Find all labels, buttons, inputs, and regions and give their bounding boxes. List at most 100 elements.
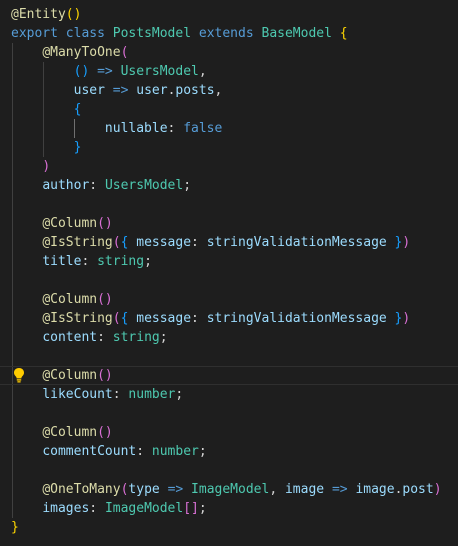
code-line[interactable]: @Entity(): [11, 5, 458, 24]
code-line[interactable]: @Column(): [11, 290, 458, 309]
code-line[interactable]: @ManyToOne(: [11, 43, 458, 62]
bracket-token: (): [97, 292, 113, 307]
bracket-token: (): [65, 7, 82, 22]
bracket-token: {: [73, 102, 82, 117]
decorator-token: @Entity: [11, 7, 66, 22]
code-line[interactable]: {: [11, 100, 458, 119]
code-line[interactable]: images: ImageModel[];: [11, 499, 458, 518]
arrow-token: =>: [331, 482, 348, 497]
property-token: nullable: [104, 121, 168, 136]
parameter-token: type: [128, 482, 160, 497]
code-line[interactable]: @Column(): [11, 423, 458, 442]
property-token: posts: [175, 83, 215, 98]
punctuation-token: ,: [269, 482, 278, 497]
code-line[interactable]: @OneToMany(type => ImageModel, image => …: [11, 480, 458, 499]
punctuation-token: :: [81, 254, 90, 269]
code-editor[interactable]: @Entity() export class PostsModel extend…: [0, 0, 458, 546]
bracket-token: ): [433, 482, 442, 497]
bracket-token: (: [120, 45, 129, 60]
code-line[interactable]: content: string;: [11, 328, 458, 347]
type-token: string: [112, 330, 160, 345]
variable-token: stringValidationMessage: [206, 235, 387, 250]
code-line[interactable]: ): [11, 157, 458, 176]
punctuation-token: :: [136, 444, 145, 459]
punctuation-token: ;: [159, 330, 168, 345]
code-line[interactable]: [11, 271, 458, 290]
arrow-token: =>: [167, 482, 184, 497]
decorator-token: @IsString: [42, 311, 113, 326]
variable-token: user: [136, 83, 168, 98]
bracket-token: (): [73, 64, 90, 79]
code-line[interactable]: nullable: false: [11, 119, 458, 138]
punctuation-token: :: [89, 178, 98, 193]
property-token: commentCount: [42, 444, 137, 459]
code-line[interactable]: @IsString({ message: stringValidationMes…: [11, 309, 458, 328]
bracket-token: (): [97, 216, 113, 231]
property-token: images: [42, 501, 90, 516]
parameter-token: image: [284, 482, 325, 497]
decorator-token: @Column: [42, 216, 98, 231]
parameter-token: user: [73, 83, 105, 98]
property-token: post: [402, 482, 434, 497]
punctuation-token: ;: [198, 501, 207, 516]
code-line[interactable]: title: string;: [11, 252, 458, 271]
type-token: UsersModel: [120, 64, 199, 79]
code-lines[interactable]: @Entity() export class PostsModel extend…: [0, 5, 458, 537]
keyword-token: export: [11, 26, 58, 41]
decorator-token: @OneToMany: [42, 482, 121, 497]
code-line[interactable]: author: UsersModel;: [11, 176, 458, 195]
code-line[interactable]: [11, 404, 458, 423]
bracket-token: (: [112, 235, 121, 250]
bracket-token: []: [183, 501, 199, 516]
code-line[interactable]: }: [11, 138, 458, 157]
decorator-token: @Column: [42, 425, 98, 440]
decorator-token: @IsString: [42, 235, 113, 250]
class-name-token: BaseModel: [261, 26, 332, 41]
decorator-token: @ManyToOne: [42, 45, 121, 60]
bracket-token: {: [339, 26, 348, 41]
code-line[interactable]: [11, 461, 458, 480]
type-token: string: [97, 254, 145, 269]
property-token: author: [42, 178, 90, 193]
code-line-current[interactable]: @Column(): [0, 366, 458, 385]
property-token: title: [42, 254, 82, 269]
punctuation-token: ;: [198, 444, 207, 459]
code-line[interactable]: @Column(): [11, 214, 458, 233]
code-line[interactable]: user => user.posts,: [11, 81, 458, 100]
code-line[interactable]: [11, 195, 458, 214]
code-line[interactable]: @IsString({ message: stringValidationMes…: [11, 233, 458, 252]
punctuation-token: ;: [144, 254, 152, 269]
arrow-token: =>: [112, 83, 129, 98]
bracket-token: {: [120, 311, 129, 326]
type-token: number: [128, 387, 176, 402]
bracket-token: }: [73, 140, 82, 155]
punctuation-token: :: [167, 121, 176, 136]
code-line[interactable]: [11, 347, 458, 366]
code-line[interactable]: export class PostsModel extends BaseMode…: [11, 24, 458, 43]
bracket-token: ): [402, 311, 411, 326]
type-token: number: [151, 444, 199, 459]
punctuation-token: ,: [198, 64, 207, 79]
punctuation-token: :: [191, 311, 199, 326]
property-token: message: [136, 235, 192, 250]
arrow-token: =>: [97, 64, 113, 79]
bracket-token: {: [120, 235, 129, 250]
punctuation-token: :: [191, 235, 199, 250]
lightbulb-icon[interactable]: [13, 367, 25, 383]
variable-token: stringValidationMessage: [206, 311, 387, 326]
bracket-token: ): [402, 235, 411, 250]
punctuation-token: ,: [214, 83, 223, 98]
code-line[interactable]: commentCount: number;: [11, 442, 458, 461]
punctuation-token: ;: [175, 387, 184, 402]
punctuation-token: :: [97, 330, 105, 345]
type-token: ImageModel: [191, 482, 270, 497]
keyword-token: class: [65, 26, 105, 41]
keyword-token: extends: [198, 26, 254, 41]
code-line[interactable]: () => UsersModel,: [11, 62, 458, 81]
bracket-token: (): [97, 368, 113, 383]
bracket-token: (: [112, 311, 121, 326]
code-line[interactable]: likeCount: number;: [11, 385, 458, 404]
bracket-token: }: [11, 520, 19, 535]
code-line[interactable]: }: [11, 518, 458, 537]
decorator-token: @Column: [42, 292, 98, 307]
